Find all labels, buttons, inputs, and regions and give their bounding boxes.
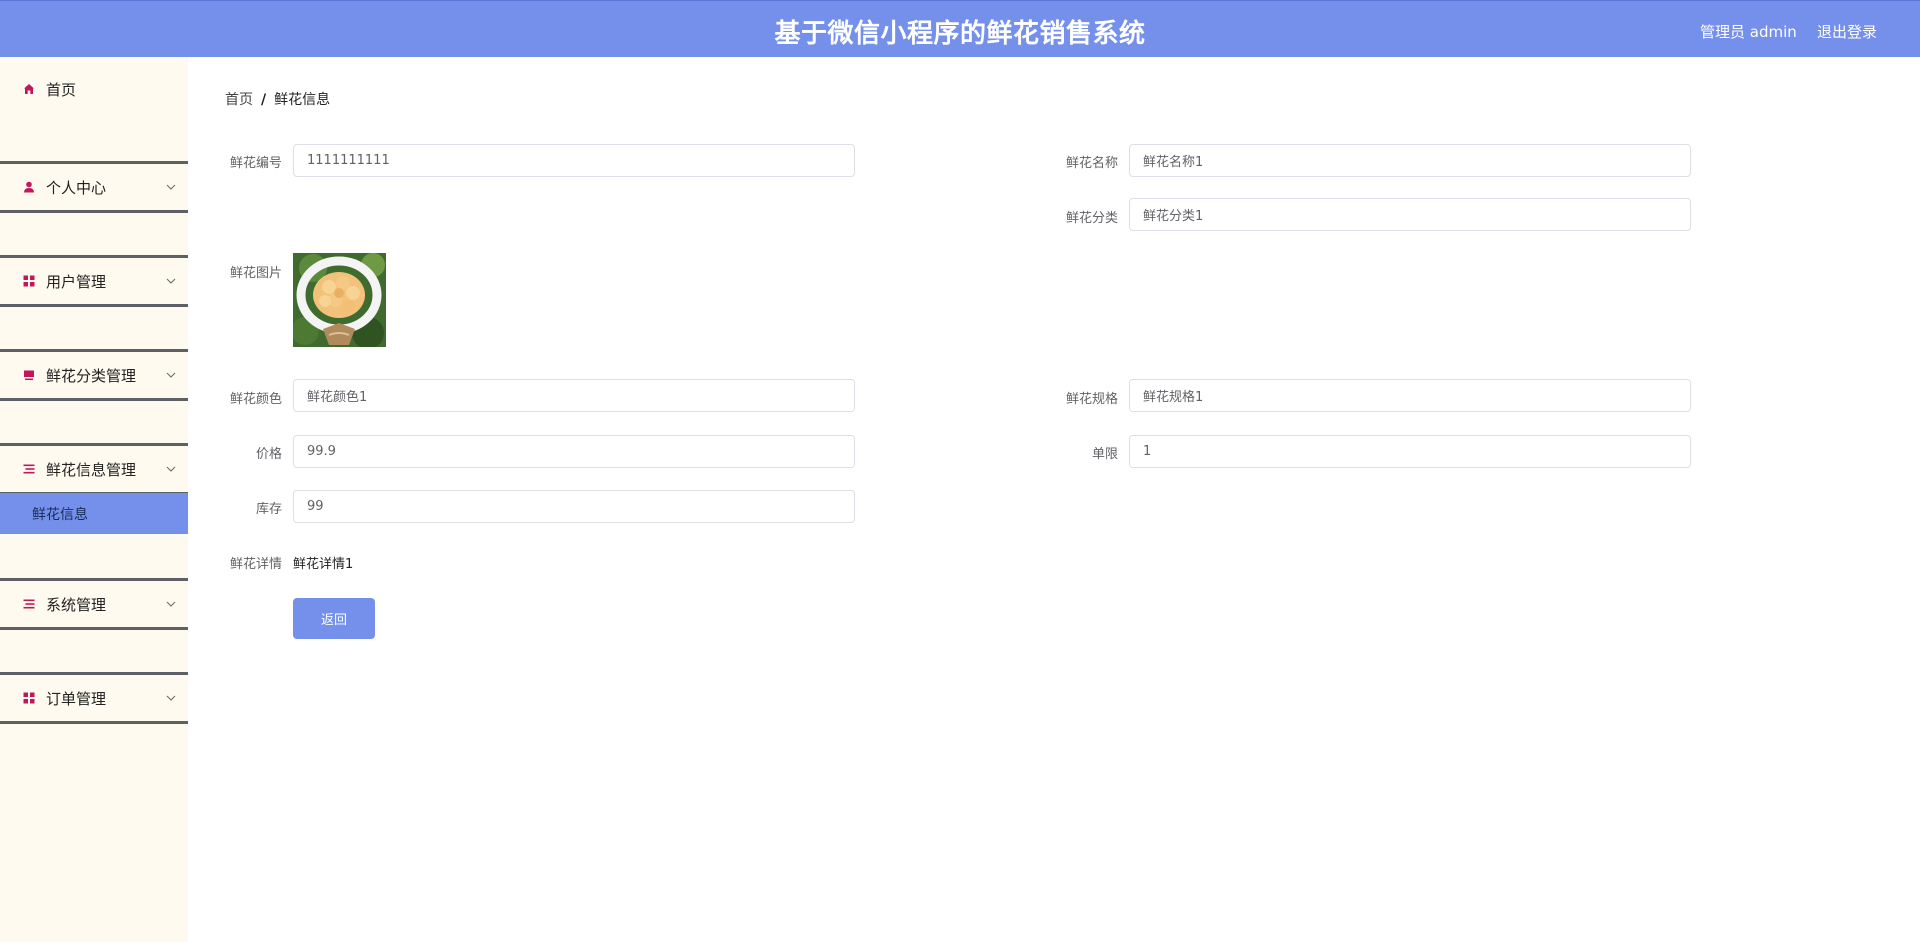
breadcrumb-separator: / <box>261 92 267 108</box>
sidebar-item-label: 首页 <box>46 80 77 99</box>
sidebar: 首页 个人中心 用户管理 鲜花分类管理 鲜花信息管理 鲜花信息 系统管理 订单管… <box>0 57 188 942</box>
flower-category-input[interactable] <box>1129 198 1691 231</box>
app-title: 基于微信小程序的鲜花销售系统 <box>774 19 1146 49</box>
sidebar-item-profile[interactable]: 个人中心 <box>0 161 188 213</box>
sidebar-item-flower-info[interactable]: 鲜花信息管理 <box>0 443 188 495</box>
grid-icon <box>22 274 36 288</box>
chevron-down-icon <box>166 372 176 378</box>
limit-input[interactable] <box>1129 435 1691 468</box>
field-label-price: 价格 <box>255 447 282 462</box>
chevron-down-icon <box>166 695 176 701</box>
flower-name-input[interactable] <box>1129 144 1691 177</box>
sidebar-item-system[interactable]: 系统管理 <box>0 578 188 630</box>
sidebar-item-home[interactable]: 首页 <box>0 64 188 114</box>
chevron-down-icon <box>166 278 176 284</box>
list-icon <box>22 462 36 476</box>
logout-link[interactable]: 退出登录 <box>1817 21 1877 42</box>
chevron-down-icon <box>166 184 176 190</box>
field-label-name: 鲜花名称 <box>1065 156 1118 171</box>
field-label-limit: 单限 <box>1091 447 1118 462</box>
current-user: 管理员 admin <box>1700 23 1797 41</box>
list-icon <box>22 597 36 611</box>
stock-input[interactable] <box>293 490 855 523</box>
sidebar-item-label: 用户管理 <box>46 272 107 291</box>
box-icon <box>22 368 36 382</box>
price-input[interactable] <box>293 435 855 468</box>
home-icon <box>22 82 36 96</box>
field-label-color: 鲜花颜色 <box>229 392 282 407</box>
sidebar-item-label: 个人中心 <box>46 178 107 197</box>
field-label-spec: 鲜花规格 <box>1065 392 1118 407</box>
breadcrumb: 首页 / 鲜花信息 <box>225 89 330 109</box>
sidebar-item-label: 系统管理 <box>46 595 107 614</box>
sidebar-item-label: 鲜花分类管理 <box>46 366 137 385</box>
top-header: 基于微信小程序的鲜花销售系统 管理员 admin 退出登录 <box>0 0 1920 57</box>
field-label-code: 鲜花编号 <box>229 156 282 171</box>
chevron-down-icon <box>166 601 176 607</box>
user-icon <box>22 180 36 194</box>
grid-icon <box>22 691 36 705</box>
sidebar-subitem-label: 鲜花信息 <box>32 506 88 523</box>
flower-code-input[interactable] <box>293 144 855 177</box>
sidebar-item-users[interactable]: 用户管理 <box>0 255 188 307</box>
field-label-detail: 鲜花详情 <box>229 557 282 572</box>
flower-color-input[interactable] <box>293 379 855 412</box>
sidebar-item-label: 鲜花信息管理 <box>46 460 137 479</box>
sidebar-item-label: 订单管理 <box>46 689 107 708</box>
breadcrumb-current: 鲜花信息 <box>274 92 331 108</box>
flower-bouquet-image[interactable] <box>293 253 386 347</box>
breadcrumb-home[interactable]: 首页 <box>225 92 253 108</box>
field-label-stock: 库存 <box>255 502 282 517</box>
chevron-down-icon <box>166 466 176 472</box>
back-button[interactable]: 返回 <box>293 598 375 639</box>
sidebar-item-orders[interactable]: 订单管理 <box>0 672 188 724</box>
sidebar-subitem-flower-info[interactable]: 鲜花信息 <box>0 493 188 534</box>
flower-spec-input[interactable] <box>1129 379 1691 412</box>
field-label-category: 鲜花分类 <box>1065 211 1118 226</box>
flower-detail-text: 鲜花详情1 <box>293 557 354 572</box>
sidebar-item-flower-category[interactable]: 鲜花分类管理 <box>0 349 188 401</box>
field-label-image: 鲜花图片 <box>229 266 282 281</box>
